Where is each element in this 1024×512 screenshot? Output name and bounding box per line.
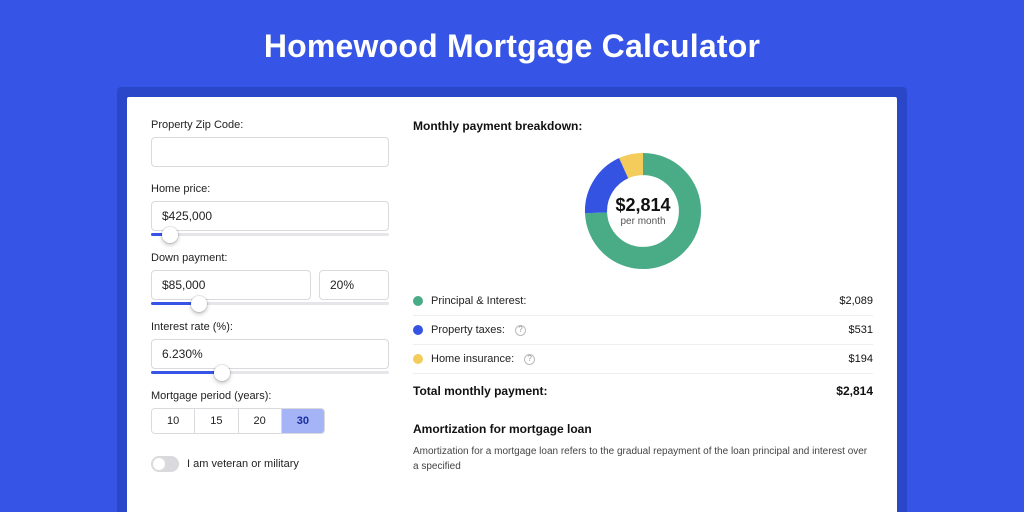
legend-value: $194 (849, 353, 873, 365)
amortization-text: Amortization for a mortgage loan refers … (413, 444, 873, 474)
page-title: Homewood Mortgage Calculator (0, 0, 1024, 87)
legend-label: Home insurance: (431, 353, 514, 365)
legend-dot (413, 354, 423, 364)
down-slider[interactable] (151, 302, 389, 305)
donut-sub: per month (620, 216, 665, 227)
down-amount-input[interactable]: $85,000 (151, 270, 311, 300)
zip-label: Property Zip Code: (151, 119, 389, 131)
veteran-row: I am veteran or military (151, 456, 389, 472)
breakdown-column: Monthly payment breakdown: $2,814 per mo… (413, 119, 873, 512)
total-value: $2,814 (836, 384, 873, 398)
period-option-30[interactable]: 30 (282, 409, 324, 433)
total-row: Total monthly payment: $2,814 (413, 373, 873, 408)
legend-value: $531 (849, 324, 873, 336)
period-option-15[interactable]: 15 (195, 409, 238, 433)
period-option-10[interactable]: 10 (152, 409, 195, 433)
form-column: Property Zip Code: Home price: $425,000 … (151, 119, 389, 512)
period-option-20[interactable]: 20 (239, 409, 282, 433)
donut-chart-wrap: $2,814 per month (413, 145, 873, 287)
legend-left: Home insurance:? (413, 353, 535, 365)
legend: Principal & Interest: $2,089 Property taxe… (413, 287, 873, 373)
legend-row: Property taxes:? $531 (413, 316, 873, 344)
price-slider[interactable] (151, 233, 389, 236)
zip-field-group: Property Zip Code: (151, 119, 389, 167)
legend-left: Property taxes:? (413, 324, 526, 336)
zip-input[interactable] (151, 137, 389, 167)
price-field-group: Home price: $425,000 (151, 183, 389, 236)
down-label: Down payment: (151, 252, 389, 264)
veteran-toggle[interactable] (151, 456, 179, 472)
period-options: 10152030 (151, 408, 325, 434)
rate-slider[interactable] (151, 371, 389, 374)
veteran-label: I am veteran or military (187, 458, 299, 470)
down-slider-thumb[interactable] (191, 296, 207, 312)
price-label: Home price: (151, 183, 389, 195)
breakdown-title: Monthly payment breakdown: (413, 119, 873, 133)
legend-dot (413, 296, 423, 306)
legend-left: Principal & Interest: (413, 295, 526, 307)
rate-slider-fill (151, 371, 222, 374)
donut-amount: $2,814 (615, 195, 670, 216)
rate-slider-thumb[interactable] (214, 365, 230, 381)
rate-field-group: Interest rate (%): 6.230% (151, 321, 389, 374)
price-slider-thumb[interactable] (162, 227, 178, 243)
period-field-group: Mortgage period (years): 10152030 (151, 390, 389, 434)
amortization-section: Amortization for mortgage loan Amortizat… (413, 422, 873, 474)
legend-label: Principal & Interest: (431, 295, 526, 307)
total-label: Total monthly payment: (413, 384, 547, 398)
donut-center: $2,814 per month (581, 149, 705, 273)
price-input[interactable]: $425,000 (151, 201, 389, 231)
card-frame: Property Zip Code: Home price: $425,000 … (117, 87, 907, 512)
info-icon[interactable]: ? (515, 325, 526, 336)
rate-label: Interest rate (%): (151, 321, 389, 333)
rate-input[interactable]: 6.230% (151, 339, 389, 369)
calculator-card: Property Zip Code: Home price: $425,000 … (127, 97, 897, 512)
period-label: Mortgage period (years): (151, 390, 389, 402)
legend-dot (413, 325, 423, 335)
legend-label: Property taxes: (431, 324, 505, 336)
donut-chart: $2,814 per month (581, 149, 705, 273)
legend-row: Principal & Interest: $2,089 (413, 287, 873, 315)
down-percent-input[interactable]: 20% (319, 270, 389, 300)
legend-value: $2,089 (839, 295, 873, 307)
down-field-group: Down payment: $85,000 20% (151, 252, 389, 305)
amortization-title: Amortization for mortgage loan (413, 422, 873, 436)
info-icon[interactable]: ? (524, 354, 535, 365)
legend-row: Home insurance:? $194 (413, 345, 873, 373)
